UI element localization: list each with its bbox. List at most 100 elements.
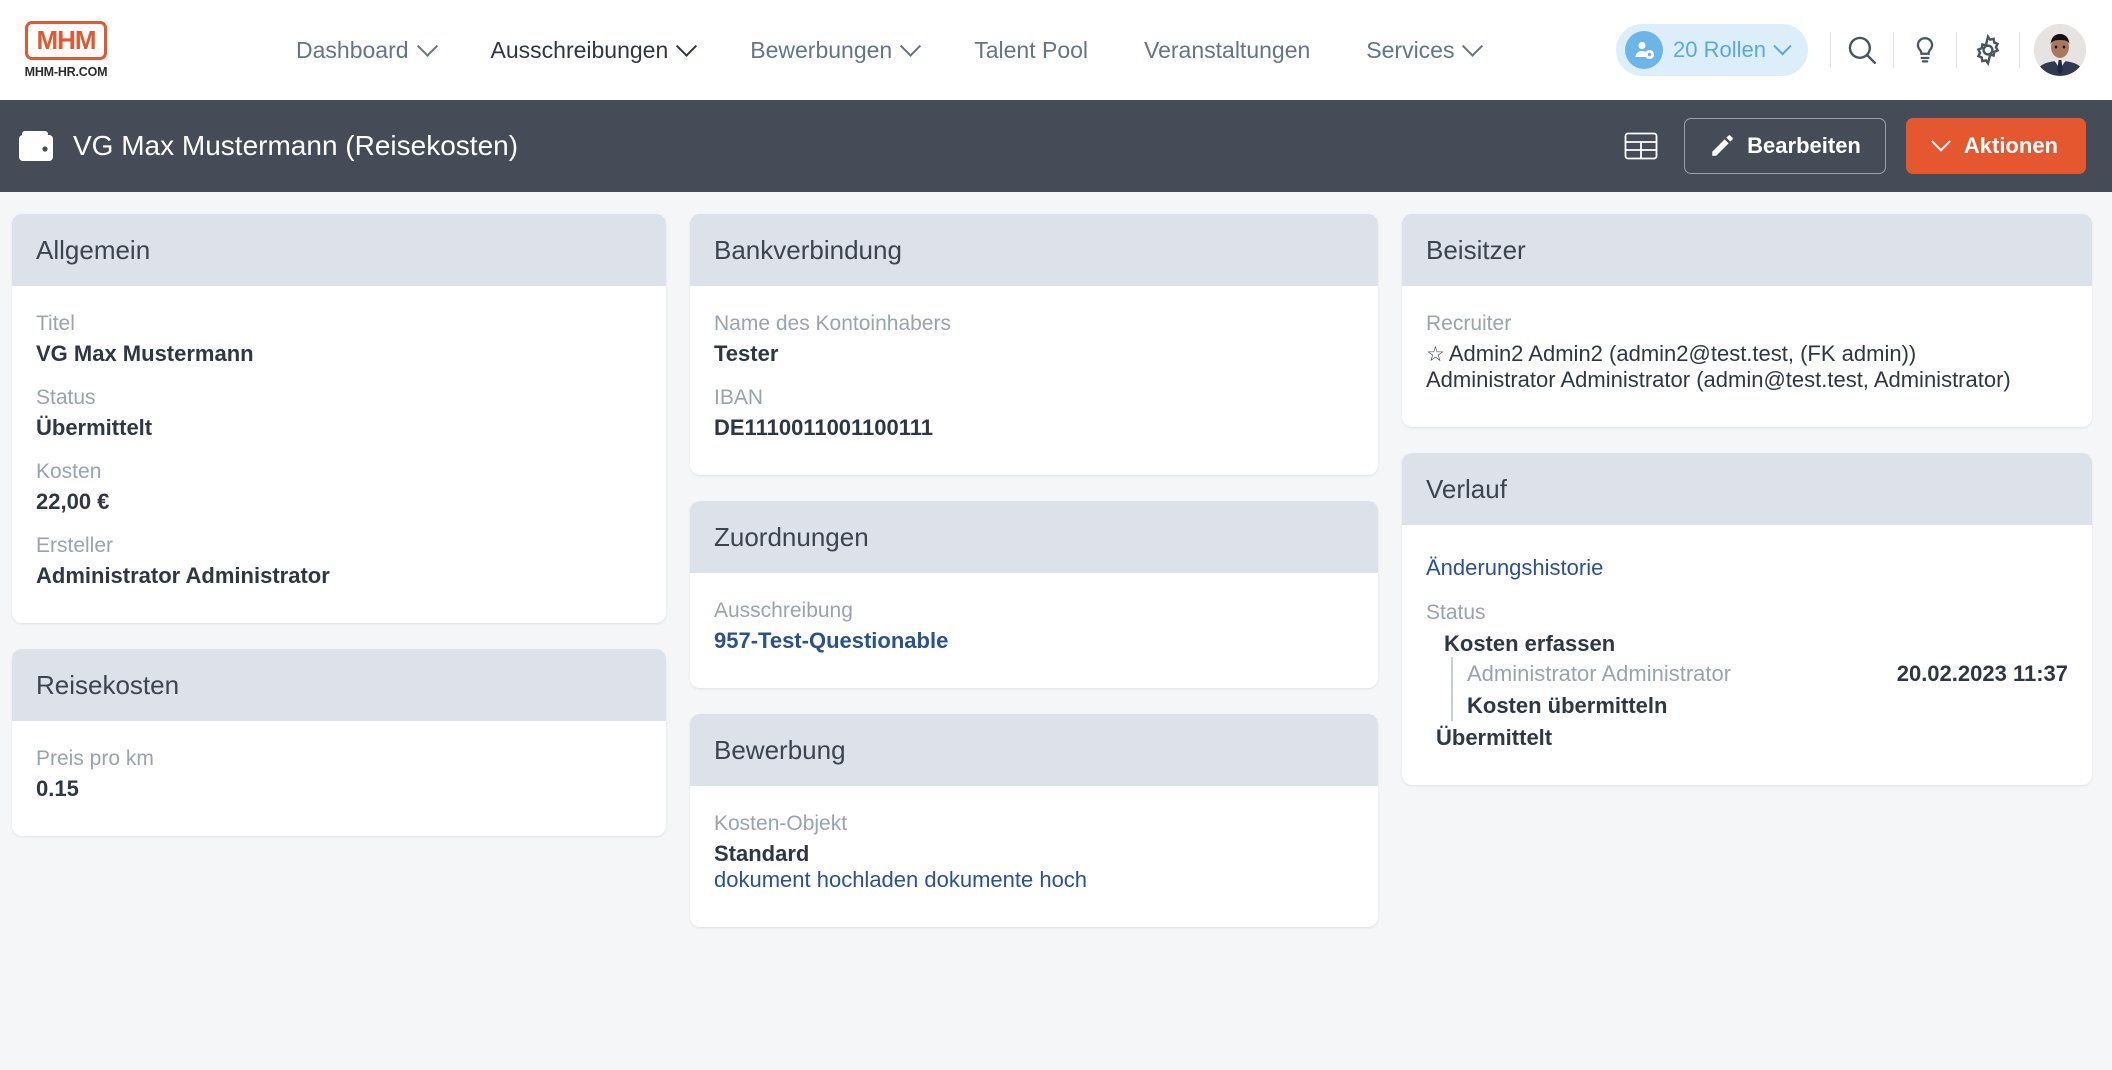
nav-item-label: Services <box>1366 36 1455 63</box>
roles-label: 20 Rollen <box>1673 37 1766 62</box>
card-body: Preis pro km 0.15 <box>12 721 666 836</box>
field-value: VG Max Mustermann <box>36 341 254 366</box>
field-recruiter: Recruiter ☆ Admin2 Admin2 (admin2@test.te… <box>1426 312 2068 393</box>
column-right: Beisitzer Recruiter ☆ Admin2 Admin2 (admi… <box>1390 214 2112 1070</box>
actions-button-label: Aktionen <box>1963 133 2058 158</box>
nav-item-ausschreibungen[interactable]: Ausschreibungen <box>463 35 723 64</box>
nav-item-talent-pool[interactable]: Talent Pool <box>946 37 1116 64</box>
user-avatar[interactable] <box>2034 24 2086 76</box>
history-detail-group: Administrator Administrator 20.02.2023 1… <box>1451 657 2068 721</box>
recruiter-entry: ☆ Admin2 Admin2 (admin2@test.test, (FK ad… <box>1426 341 2068 367</box>
field-kontoinhaber: Name des Kontoinhabers Tester <box>714 312 1354 367</box>
field-value: Administrator Administrator <box>36 563 330 588</box>
nav-item-label: Bewerbungen <box>750 36 893 63</box>
history-substep: Kosten übermitteln <box>1467 693 1668 718</box>
table-view-icon[interactable] <box>1618 125 1664 167</box>
nav-item-veranstaltungen[interactable]: Veranstaltungen <box>1116 37 1338 64</box>
card-verlauf: Verlauf Änderungshistorie Status Kosten … <box>1402 453 2092 785</box>
field-preis-pro-km: Preis pro km 0.15 <box>36 747 642 802</box>
nav-item-dashboard[interactable]: Dashboard <box>268 35 463 64</box>
field-label: Kosten <box>36 460 102 483</box>
card-body: Recruiter ☆ Admin2 Admin2 (admin2@test.te… <box>1402 286 2092 427</box>
card-title: Bewerbung <box>690 714 1378 786</box>
card-body: Name des Kontoinhabers Tester IBAN DE111… <box>690 286 1378 475</box>
field-status: Status Übermittelt <box>36 386 642 441</box>
history-step: Kosten erfassen <box>1444 631 1616 656</box>
chevron-down-icon <box>1773 36 1792 55</box>
field-kosten-objekt: Kosten-Objekt Standard dokument hochlade… <box>714 812 1354 893</box>
recruiter-text: Administrator Administrator (admin@test.… <box>1426 367 2011 392</box>
gear-icon[interactable] <box>1957 19 2019 81</box>
card-title: Beisitzer <box>1402 214 2092 286</box>
field-value: DE1110011001100111 <box>714 415 934 440</box>
star-icon: ☆ <box>1426 343 1445 366</box>
field-ersteller: Ersteller Administrator Administrator <box>36 534 642 589</box>
top-navigation-bar: MHM MHM-HR.COM Dashboard Ausschreibungen… <box>0 0 2112 100</box>
main-content: Allgemein Titel VG Max Mustermann Status… <box>0 192 2112 1070</box>
edit-button[interactable]: Bearbeiten <box>1684 118 1886 174</box>
change-history-link[interactable]: Änderungshistorie <box>1426 555 2068 581</box>
field-label: Titel <box>36 312 75 335</box>
field-value: 0.15 <box>36 776 79 801</box>
field-value: Standard <box>714 841 810 866</box>
nav-item-label: Talent Pool <box>974 36 1089 63</box>
history-status-label: Status <box>1426 601 1486 624</box>
card-body: Kosten-Objekt Standard dokument hochlade… <box>690 786 1378 927</box>
pencil-icon <box>1709 133 1735 159</box>
history-date: 20.02.2023 11:37 <box>1896 661 2068 686</box>
page-header-actions: Bearbeiten Aktionen <box>1618 118 2086 174</box>
card-reisekosten: Reisekosten Preis pro km 0.15 <box>12 649 666 836</box>
main-menu: Dashboard Ausschreibungen Bewerbungen Ta… <box>268 35 1508 64</box>
field-titel: Titel VG Max Mustermann <box>36 312 642 367</box>
nav-item-bewerbungen[interactable]: Bewerbungen <box>722 35 946 64</box>
field-label: Status <box>36 386 96 409</box>
search-icon[interactable] <box>1831 19 1893 81</box>
logo-subtext: MHM-HR.COM <box>24 65 108 79</box>
column-left: Allgemein Titel VG Max Mustermann Status… <box>0 214 678 1070</box>
lightbulb-icon[interactable] <box>1894 19 1956 81</box>
field-label: Name des Kontoinhabers <box>714 312 951 335</box>
field-label: Kosten-Objekt <box>714 812 848 835</box>
history-user: Administrator Administrator <box>1467 661 1732 686</box>
field-value: 22,00 € <box>36 489 110 514</box>
nav-item-label: Ausschreibungen <box>490 36 669 63</box>
nav-item-label: Veranstaltungen <box>1144 36 1311 63</box>
card-body: Ausschreibung 957-Test-Questionable <box>690 573 1378 688</box>
card-bewerbung: Bewerbung Kosten-Objekt Standard dokumen… <box>690 714 1378 927</box>
field-label: Ersteller <box>36 534 114 557</box>
chevron-down-icon <box>676 35 698 57</box>
chevron-down-icon <box>1462 35 1484 57</box>
card-bankverbindung: Bankverbindung Name des Kontoinhabers Te… <box>690 214 1378 475</box>
logo-text: MHM <box>25 21 107 60</box>
column-middle: Bankverbindung Name des Kontoinhabers Te… <box>678 214 1390 1070</box>
field-iban: IBAN DE1110011001100111 <box>714 386 1354 441</box>
history-row: Administrator Administrator 20.02.2023 1… <box>1467 661 2068 687</box>
card-title: Zuordnungen <box>690 501 1378 573</box>
card-body: Titel VG Max Mustermann Status Übermitte… <box>12 286 666 623</box>
card-beisitzer: Beisitzer Recruiter ☆ Admin2 Admin2 (admi… <box>1402 214 2092 427</box>
chevron-down-icon <box>900 35 922 57</box>
field-label: Recruiter <box>1426 312 1512 335</box>
nav-item-services[interactable]: Services <box>1338 35 1508 64</box>
wallet-icon <box>18 130 54 162</box>
actions-button[interactable]: Aktionen <box>1905 118 2086 174</box>
ausschreibung-link[interactable]: 957-Test-Questionable <box>714 628 948 653</box>
field-value: Übermittelt <box>36 415 153 440</box>
recruiter-entry: Administrator Administrator (admin@test.… <box>1426 367 2068 393</box>
card-title: Reisekosten <box>12 649 666 721</box>
history-final-status: Übermittelt <box>1436 725 1553 750</box>
brand-logo[interactable]: MHM MHM-HR.COM <box>14 21 118 79</box>
roles-selector-button[interactable]: 20 Rollen <box>1616 24 1808 76</box>
document-upload-link[interactable]: dokument hochladen dokumente hoch <box>714 867 1087 892</box>
field-label: IBAN <box>714 386 764 409</box>
nav-item-label: Dashboard <box>296 36 409 63</box>
user-gear-icon <box>1625 31 1664 69</box>
edit-button-label: Bearbeiten <box>1747 133 1861 158</box>
card-body: Änderungshistorie Status Kosten erfassen… <box>1402 525 2092 785</box>
card-title: Verlauf <box>1402 453 2092 525</box>
page-header-bar: VG Max Mustermann (Reisekosten) Bearbeit… <box>0 100 2112 192</box>
card-title: Bankverbindung <box>690 214 1378 286</box>
divider <box>2019 32 2020 68</box>
field-kosten: Kosten 22,00 € <box>36 460 642 515</box>
nav-right-cluster: 20 Rollen <box>1616 19 2086 81</box>
